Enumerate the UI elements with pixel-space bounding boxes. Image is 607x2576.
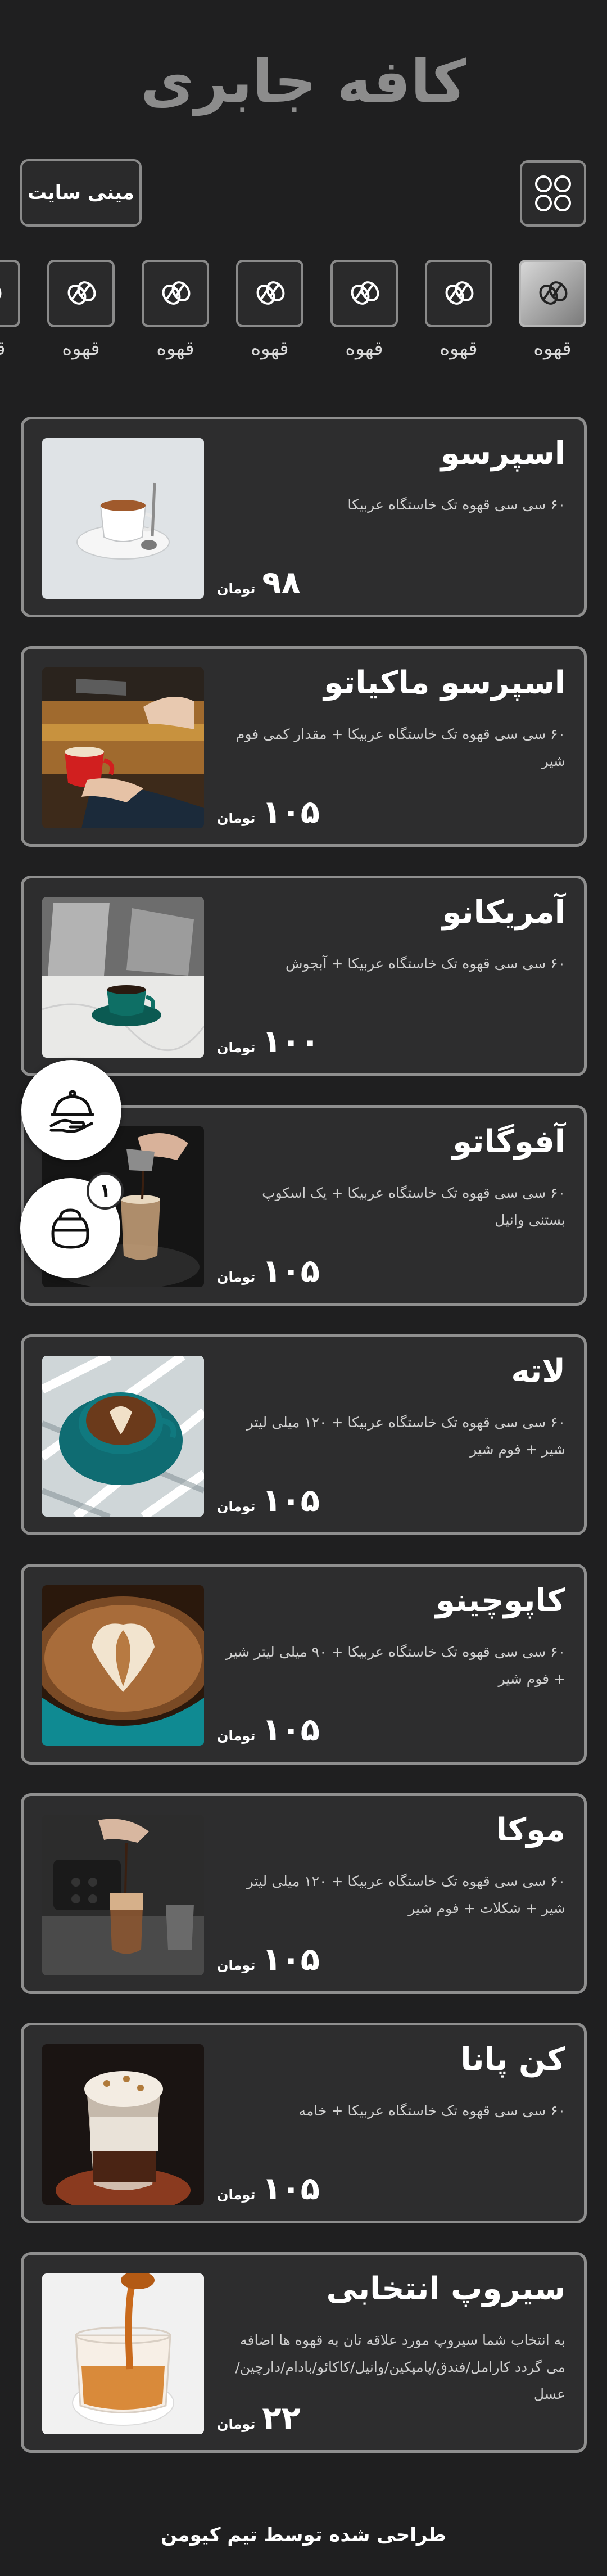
- price-currency: تومان: [217, 1040, 256, 1055]
- footer-credit: طراحی شده توسط تیم کیومن: [160, 2524, 447, 2546]
- item-price: ۱۰۵ تومان: [217, 1941, 320, 1978]
- price-amount: ۱۰۵: [262, 1253, 320, 1289]
- item-name: اسپرسو ماکیاتو: [324, 665, 565, 701]
- product-image: [42, 897, 204, 1058]
- item-price: ۱۰۵ تومان: [217, 2171, 320, 2207]
- price-currency: تومان: [217, 1957, 256, 1973]
- category-label: قهوه: [0, 337, 21, 360]
- item-description: ۶۰ سی سی قهوه تک خاستگاه عربیکا + آبجوش: [286, 955, 565, 972]
- coffee-bean-icon: [539, 281, 568, 305]
- category-item[interactable]: قهوه: [0, 260, 21, 360]
- item-price: ۱۰۰ تومان: [217, 1023, 320, 1060]
- category-label: قهوه: [533, 337, 572, 360]
- price-currency: تومان: [217, 1269, 256, 1285]
- item-name: کاپوچینو: [436, 1582, 565, 1619]
- coffee-bean-icon: [0, 281, 2, 301]
- category-item[interactable]: قهوه: [424, 260, 493, 360]
- coffee-bean-icon: [351, 281, 379, 305]
- menu-item-card[interactable]: سیروپ انتخابی به انتخاب شما سیروپ مورد ع…: [21, 2252, 587, 2453]
- item-description: ۶۰ سی سی قهوه تک خاستگاه عربیکا: [347, 497, 565, 513]
- price-currency: تومان: [217, 1499, 256, 1514]
- product-image: [42, 438, 204, 599]
- product-image: [42, 1815, 204, 1975]
- grid-menu-button[interactable]: [520, 160, 586, 227]
- menu-item-card[interactable]: آمریکانو ۶۰ سی سی قهوه تک خاستگاه عربیکا…: [21, 876, 587, 1076]
- item-description: ۶۰ سی سی قهوه تک خاستگاه عربیکا + ۹۰ میل…: [225, 1644, 565, 1687]
- product-image: [42, 1356, 204, 1517]
- price-currency: تومان: [217, 2187, 256, 2203]
- product-image: [42, 2044, 204, 2205]
- grid-icon: [535, 175, 571, 211]
- waiter-service-icon: [49, 1090, 94, 1133]
- menu-item-card[interactable]: اسپرسو ماکیاتو ۶۰ سی سی قهوه تک خاستگاه …: [21, 646, 587, 847]
- item-description: ۶۰ سی سی قهوه تک خاستگاه عربیکا + یک اسک…: [262, 1185, 565, 1228]
- category-item[interactable]: قهوه: [141, 260, 210, 360]
- menu-item-card[interactable]: موکا ۶۰ سی سی قهوه تک خاستگاه عربیکا + ۱…: [21, 1793, 587, 1994]
- page-title: کافه جابری: [141, 47, 466, 116]
- price-currency: تومان: [217, 2416, 256, 2432]
- price-amount: ۱۰۵: [262, 1482, 320, 1519]
- item-name: آفوگاتو: [452, 1124, 565, 1160]
- product-image: [42, 1585, 204, 1746]
- product-image: [42, 2273, 204, 2434]
- menu-item-card[interactable]: کاپوچینو ۶۰ سی سی قهوه تک خاستگاه عربیکا…: [21, 1564, 587, 1765]
- category-label: قهوه: [440, 337, 478, 360]
- item-description: به انتخاب شما سیروپ مورد علاقه تان به قه…: [235, 2332, 566, 2402]
- category-item[interactable]: قهوه: [518, 260, 587, 360]
- price-amount: ۹۸: [262, 565, 301, 601]
- coffee-bean-icon: [162, 281, 191, 305]
- category-label: قهوه: [251, 337, 289, 360]
- coffee-bean-icon: [445, 281, 474, 305]
- menu-item-card[interactable]: کن پانا ۶۰ سی سی قهوه تک خاستگاه عربیکا …: [21, 2023, 587, 2223]
- price-amount: ۱۰۵: [262, 1712, 320, 1748]
- mini-site-button[interactable]: مینی سایت: [20, 159, 142, 227]
- item-description: ۶۰ سی سی قهوه تک خاستگاه عربیکا + خامه: [298, 2103, 565, 2119]
- price-amount: ۱۰۵: [262, 1941, 320, 1978]
- item-description: ۶۰ سی سی قهوه تک خاستگاه عربیکا + ۱۲۰ می…: [246, 1414, 565, 1458]
- item-name: لاته: [511, 1353, 565, 1389]
- category-label: قهوه: [345, 337, 383, 360]
- item-name: سیروپ انتخابی: [326, 2271, 566, 2307]
- order-bag-icon: [51, 1208, 89, 1249]
- coffee-bean-icon: [256, 281, 285, 305]
- item-description: ۶۰ سی سی قهوه تک خاستگاه عربیکا + مقدار …: [235, 726, 565, 769]
- price-amount: ۱۰۵: [262, 2171, 320, 2207]
- price-currency: تومان: [217, 1728, 256, 1744]
- category-item[interactable]: قهوه: [329, 260, 399, 360]
- item-name: موکا: [496, 1812, 565, 1848]
- category-item[interactable]: قهوه: [46, 260, 116, 360]
- category-label: قهوه: [62, 337, 100, 360]
- menu-item-card[interactable]: لاته ۶۰ سی سی قهوه تک خاستگاه عربیکا + ۱…: [21, 1334, 587, 1535]
- item-price: ۱۰۵ تومان: [217, 1253, 320, 1289]
- item-price: ۹۸ تومان: [217, 565, 301, 601]
- cart-count-badge: ۱: [87, 1172, 124, 1210]
- item-name: کن پانا: [460, 2041, 565, 2078]
- item-price: ۲۲ تومان: [217, 2400, 301, 2437]
- price-currency: تومان: [217, 810, 256, 826]
- category-label: قهوه: [156, 337, 194, 360]
- category-item[interactable]: قهوه: [235, 260, 305, 360]
- price-currency: تومان: [217, 581, 256, 597]
- coffee-bean-icon: [67, 281, 96, 305]
- item-price: ۱۰۵ تومان: [217, 794, 320, 831]
- menu-item-card[interactable]: اسپرسو ۶۰ سی سی قهوه تک خاستگاه عربیکا ۹…: [21, 417, 587, 617]
- item-description: ۶۰ سی سی قهوه تک خاستگاه عربیکا + ۱۲۰ می…: [246, 1873, 565, 1916]
- price-amount: ۱۰۰: [262, 1023, 320, 1060]
- item-name: اسپرسو: [440, 435, 565, 472]
- price-amount: ۲۲: [262, 2400, 301, 2437]
- product-image: [42, 667, 204, 828]
- category-bar: قهوه قهوه قهوه قهوه قهوه قهوه قهوه: [0, 260, 607, 372]
- item-price: ۱۰۵ تومان: [217, 1712, 320, 1748]
- call-waiter-button[interactable]: [21, 1060, 121, 1160]
- item-price: ۱۰۵ تومان: [217, 1482, 320, 1519]
- price-amount: ۱۰۵: [262, 794, 320, 831]
- item-name: آمریکانو: [442, 894, 565, 931]
